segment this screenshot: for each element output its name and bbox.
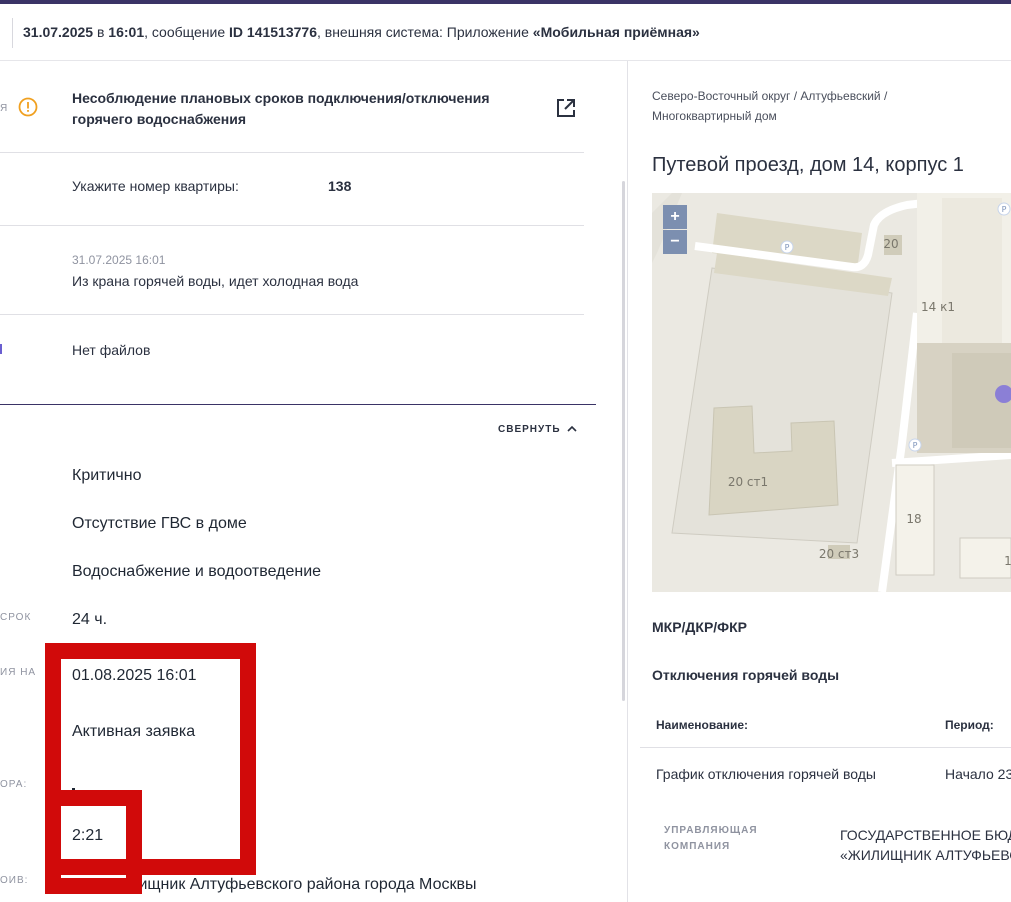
- message-date: 31.07.2025 16:01: [72, 253, 166, 267]
- cut-label-executor: ОРА:: [0, 779, 28, 790]
- header-message-id: ID 141513776: [229, 24, 317, 40]
- header-date: 31.07.2025: [23, 24, 94, 40]
- files-marker: [0, 344, 2, 354]
- scrollbar[interactable]: [622, 181, 625, 701]
- map-label-1: 1: [1004, 554, 1011, 568]
- collapse-label: СВЕРНУТЬ: [498, 424, 561, 435]
- files-text: Нет файлов: [72, 342, 151, 358]
- map-label-20st3: 20 ст3: [819, 547, 859, 561]
- zoom-in-button[interactable]: +: [663, 205, 687, 229]
- map-canvas: P P P 20 14 к1 20 ст1 18 20 ст3 1: [652, 193, 1011, 592]
- map[interactable]: P P P 20 14 к1 20 ст1 18 20 ст3 1 + −: [652, 193, 1011, 592]
- hot-water-label: Отключения горячей воды: [652, 667, 840, 683]
- map-label-20: 20: [883, 237, 898, 251]
- parking-label: P: [785, 243, 790, 252]
- header-divider: [12, 18, 13, 48]
- map-label-18: 18: [906, 512, 921, 526]
- map-label-20st1: 20 ст1: [728, 475, 768, 489]
- map-label-14k1: 14 к1: [921, 300, 955, 314]
- highlight-box-small: [45, 790, 142, 894]
- program-label: МКР/ДКР/ФКР: [652, 619, 748, 635]
- warning-icon: [18, 97, 38, 117]
- table-divider: [640, 747, 1011, 748]
- field-term: 24 ч.: [72, 611, 108, 628]
- apartment-value: 138: [328, 178, 352, 194]
- apartment-label: Укажите номер квартиры:: [72, 178, 239, 194]
- message-header: 31.07.2025 в 16:01, сообщение ID 1415137…: [0, 4, 1011, 61]
- breadcrumb: Северо-Восточный округ / Алтуфьевский / …: [652, 89, 888, 123]
- chevron-up-icon: [566, 424, 577, 435]
- cut-label-term: СРОК: [0, 612, 32, 623]
- field-category: Отсутствие ГВС в доме: [72, 515, 247, 532]
- header-info: 31.07.2025 в 16:01, сообщение ID 1415137…: [23, 24, 700, 40]
- cut-label-problem: Я: [0, 103, 9, 114]
- problem-title: Несоблюдение плановых сроков подключения…: [72, 90, 490, 127]
- address-panel: Северо-Восточный округ / Алтуфьевский / …: [629, 61, 1011, 902]
- parking-label: P: [1002, 205, 1007, 214]
- table-cell-period: Начало 23: [945, 766, 1011, 782]
- section-divider: [0, 404, 596, 405]
- parking-label: P: [913, 441, 918, 450]
- zoom-out-button[interactable]: −: [663, 230, 687, 254]
- table-cell-name: График отключения горячей воды: [656, 766, 876, 782]
- header-sep-message: , сообщение: [144, 24, 230, 40]
- external-link-icon[interactable]: [556, 98, 576, 118]
- cut-label-deadline: ИЯ НА: [0, 667, 37, 678]
- cut-label-oiv: ОИВ:: [0, 875, 29, 886]
- address-title: Путевой проезд, дом 14, корпус 1: [652, 154, 964, 176]
- request-details-panel: Я Несоблюдение плановых сроков подключен…: [0, 61, 628, 902]
- management-value-line-2: «ЖИЛИЩНИК АЛТУФЬЕВСК: [840, 847, 1011, 863]
- management-label: УПРАВЛЯЮЩАЯ КОМПАНИЯ: [664, 825, 758, 852]
- management-value: ГОСУДАРСТВЕННОЕ БЮДЖ «ЖИЛИЩНИК АЛТУФЬЕВС…: [840, 825, 1011, 865]
- header-system-name: «Мобильная приёмная»: [532, 24, 700, 40]
- header-time: 16:01: [108, 24, 145, 40]
- table-header-period: Период:: [945, 718, 994, 732]
- header-in: в: [93, 24, 109, 40]
- message-text: Из крана горячей воды, идет холодная вод…: [72, 273, 359, 289]
- field-service: Водоснабжение и водоотведение: [72, 563, 322, 580]
- management-value-line-1: ГОСУДАРСТВЕННОЕ БЮДЖ: [840, 827, 1011, 843]
- collapse-button[interactable]: СВЕРНУТЬ: [498, 424, 577, 435]
- table-header-name: Наименование:: [656, 718, 749, 732]
- field-criticality: Критично: [72, 467, 142, 484]
- message-row: [0, 226, 584, 315]
- header-sep-system: , внешняя система: Приложение: [316, 24, 533, 40]
